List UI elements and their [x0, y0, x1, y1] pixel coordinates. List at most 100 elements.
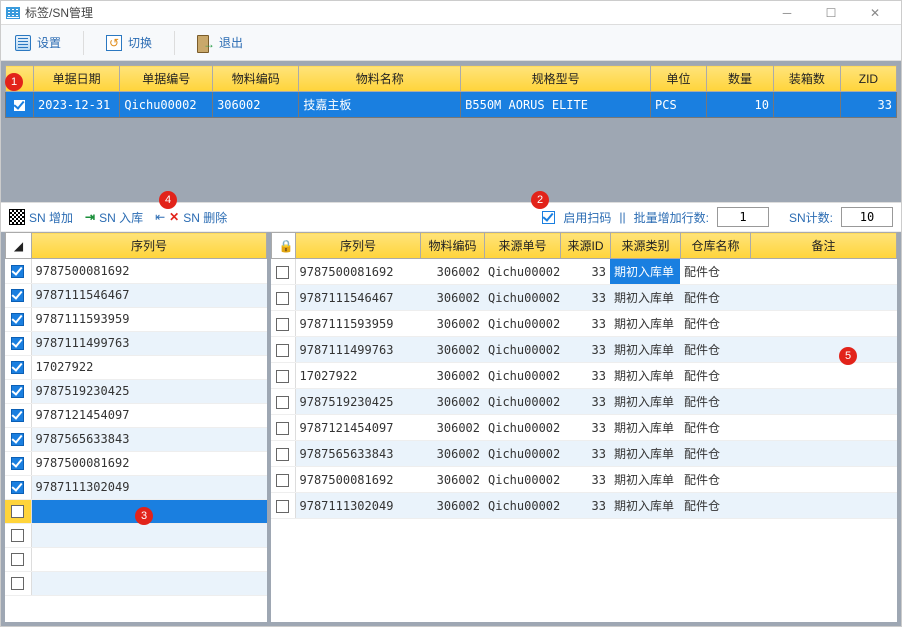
left-grid-body[interactable]: 3 97875000816929787111546467978711159395… — [5, 259, 267, 622]
col-doc[interactable]: 单据编号 — [120, 66, 213, 92]
left-row[interactable]: 9787565633843 — [5, 427, 267, 451]
row-checkbox[interactable] — [271, 363, 295, 389]
cell-sn: 9787500081692 — [295, 259, 420, 285]
left-row-empty[interactable] — [5, 547, 267, 571]
col-src-doc[interactable]: 来源单号 — [485, 233, 561, 259]
left-row[interactable]: 9787111546467 — [5, 283, 267, 307]
row-checkbox[interactable] — [271, 441, 295, 467]
right-lock-header[interactable]: 🔒 — [272, 233, 296, 259]
cell-wh: 配件仓 — [680, 363, 750, 389]
switch-button[interactable]: 切换 — [100, 30, 158, 55]
row-checkbox[interactable] — [5, 403, 31, 427]
row-checkbox[interactable] — [271, 259, 295, 285]
left-row[interactable]: 17027922 — [5, 355, 267, 379]
col-material-name[interactable]: 物料名称 — [299, 66, 461, 92]
settings-button[interactable]: 设置 — [9, 30, 67, 55]
row-checkbox[interactable] — [271, 415, 295, 441]
left-row[interactable]: 9787500081692 — [5, 259, 267, 283]
batch-add-input[interactable] — [717, 207, 769, 227]
annotation-badge-3: 3 — [135, 507, 153, 525]
row-checkbox[interactable] — [5, 307, 31, 331]
cell-sn: 9787121454097 — [295, 415, 420, 441]
row-checkbox[interactable] — [5, 259, 31, 283]
right-grid-header: 🔒 序列号 物料编码 来源单号 来源ID 来源类别 仓库名称 备注 — [271, 232, 897, 259]
col-spec[interactable]: 规格型号 — [461, 66, 651, 92]
left-row-empty[interactable] — [5, 523, 267, 547]
right-row[interactable]: 9787111302049 306002 Qichu00002 33 期初入库单… — [271, 493, 897, 519]
sn-delete-button[interactable]: ⇤✕ SN 删除 — [155, 209, 227, 226]
right-row[interactable]: 9787565633843 306002 Qichu00002 33 期初入库单… — [271, 441, 897, 467]
row-checkbox[interactable] — [5, 427, 31, 451]
col-sn[interactable]: 序列号 — [296, 233, 421, 259]
right-row[interactable]: 9787111499763 306002 Qichu00002 33 期初入库单… — [271, 337, 897, 363]
separator — [174, 31, 175, 55]
exit-button[interactable]: 退出 — [191, 30, 249, 55]
right-row[interactable]: 9787519230425 306002 Qichu00002 33 期初入库单… — [271, 389, 897, 415]
cell-src: Qichu00002 — [484, 467, 560, 493]
minimize-button[interactable]: ─ — [765, 1, 809, 25]
right-row[interactable]: 9787500081692 306002 Qichu00002 33 期初入库单… — [271, 259, 897, 285]
row-checkbox[interactable] — [5, 571, 31, 595]
col-zid[interactable]: ZID — [840, 66, 896, 92]
close-button[interactable]: ✕ — [853, 1, 897, 25]
row-checkbox[interactable] — [271, 311, 295, 337]
row-checkbox[interactable] — [5, 451, 31, 475]
right-row[interactable]: 17027922 306002 Qichu00002 33 期初入库单 配件仓 — [271, 363, 897, 389]
row-checkbox[interactable] — [5, 331, 31, 355]
col-warehouse[interactable]: 仓库名称 — [681, 233, 751, 259]
row-checkbox[interactable] — [271, 467, 295, 493]
cell-sn: 9787500081692 — [31, 451, 267, 475]
sn-in-button[interactable]: ⇥ SN 入库 — [85, 209, 143, 226]
annotation-badge-4: 4 — [159, 191, 177, 209]
col-material-code[interactable]: 物料编码 — [213, 66, 299, 92]
col-date[interactable]: 单据日期 — [34, 66, 120, 92]
cell-empty — [31, 571, 267, 595]
row-checkbox[interactable] — [5, 523, 31, 547]
right-row[interactable]: 9787500081692 306002 Qichu00002 33 期初入库单… — [271, 467, 897, 493]
row-checkbox[interactable] — [5, 379, 31, 403]
right-grid-body[interactable]: 5 9787500081692 306002 Qichu00002 33 期初入… — [271, 259, 897, 622]
left-row-empty[interactable] — [5, 571, 267, 595]
col-box[interactable]: 装箱数 — [773, 66, 840, 92]
left-row[interactable]: 9787121454097 — [5, 403, 267, 427]
row-checkbox[interactable] — [5, 283, 31, 307]
left-row[interactable]: 9787500081692 — [5, 451, 267, 475]
row-checkbox[interactable] — [271, 493, 295, 519]
left-row[interactable]: 9787111302049 — [5, 475, 267, 499]
left-row[interactable]: 9787111499763 — [5, 331, 267, 355]
row-checkbox[interactable] — [271, 337, 295, 363]
left-checkbox-header[interactable]: ◢ — [6, 233, 32, 259]
cell-sn: 9787111546467 — [295, 285, 420, 311]
sn-add-button[interactable]: SN 增加 — [9, 209, 73, 226]
row-checkbox[interactable] — [5, 355, 31, 379]
cell-type: 期初入库单 — [610, 363, 680, 389]
sn-count-input[interactable] — [841, 207, 893, 227]
maximize-button[interactable]: ☐ — [809, 1, 853, 25]
row-checkbox[interactable] — [271, 285, 295, 311]
col-note[interactable]: 备注 — [751, 233, 897, 259]
left-col-sn[interactable]: 序列号 — [32, 233, 267, 259]
col-unit[interactable]: 单位 — [651, 66, 707, 92]
row-checkbox[interactable] — [5, 547, 31, 571]
top-grid-row[interactable]: 2023-12-31 Qichu00002 306002 技嘉主板 B550M … — [6, 92, 897, 118]
top-grid[interactable]: 单据日期 单据编号 物料编码 物料名称 规格型号 单位 数量 装箱数 ZID 2… — [5, 65, 897, 118]
enable-scan-checkbox[interactable] — [542, 210, 555, 224]
row-checkbox[interactable] — [5, 475, 31, 499]
cell-type: 期初入库单 — [610, 441, 680, 467]
cell-type: 期初入库单 — [610, 285, 680, 311]
left-row[interactable]: 9787111593959 — [5, 307, 267, 331]
right-row[interactable]: 9787111593959 306002 Qichu00002 33 期初入库单… — [271, 311, 897, 337]
right-row[interactable]: 9787111546467 306002 Qichu00002 33 期初入库单… — [271, 285, 897, 311]
col-src-type[interactable]: 来源类别 — [611, 233, 681, 259]
row-checkbox[interactable] — [5, 499, 31, 523]
cell-note — [750, 389, 897, 415]
right-row[interactable]: 9787121454097 306002 Qichu00002 33 期初入库单… — [271, 415, 897, 441]
cell-note — [750, 441, 897, 467]
row-checkbox[interactable] — [271, 389, 295, 415]
col-qty[interactable]: 数量 — [707, 66, 774, 92]
cell-src: Qichu00002 — [484, 311, 560, 337]
left-row[interactable]: 9787519230425 — [5, 379, 267, 403]
row-checkbox[interactable] — [6, 92, 34, 118]
col-src-id[interactable]: 来源ID — [561, 233, 611, 259]
col-mat[interactable]: 物料编码 — [421, 233, 485, 259]
